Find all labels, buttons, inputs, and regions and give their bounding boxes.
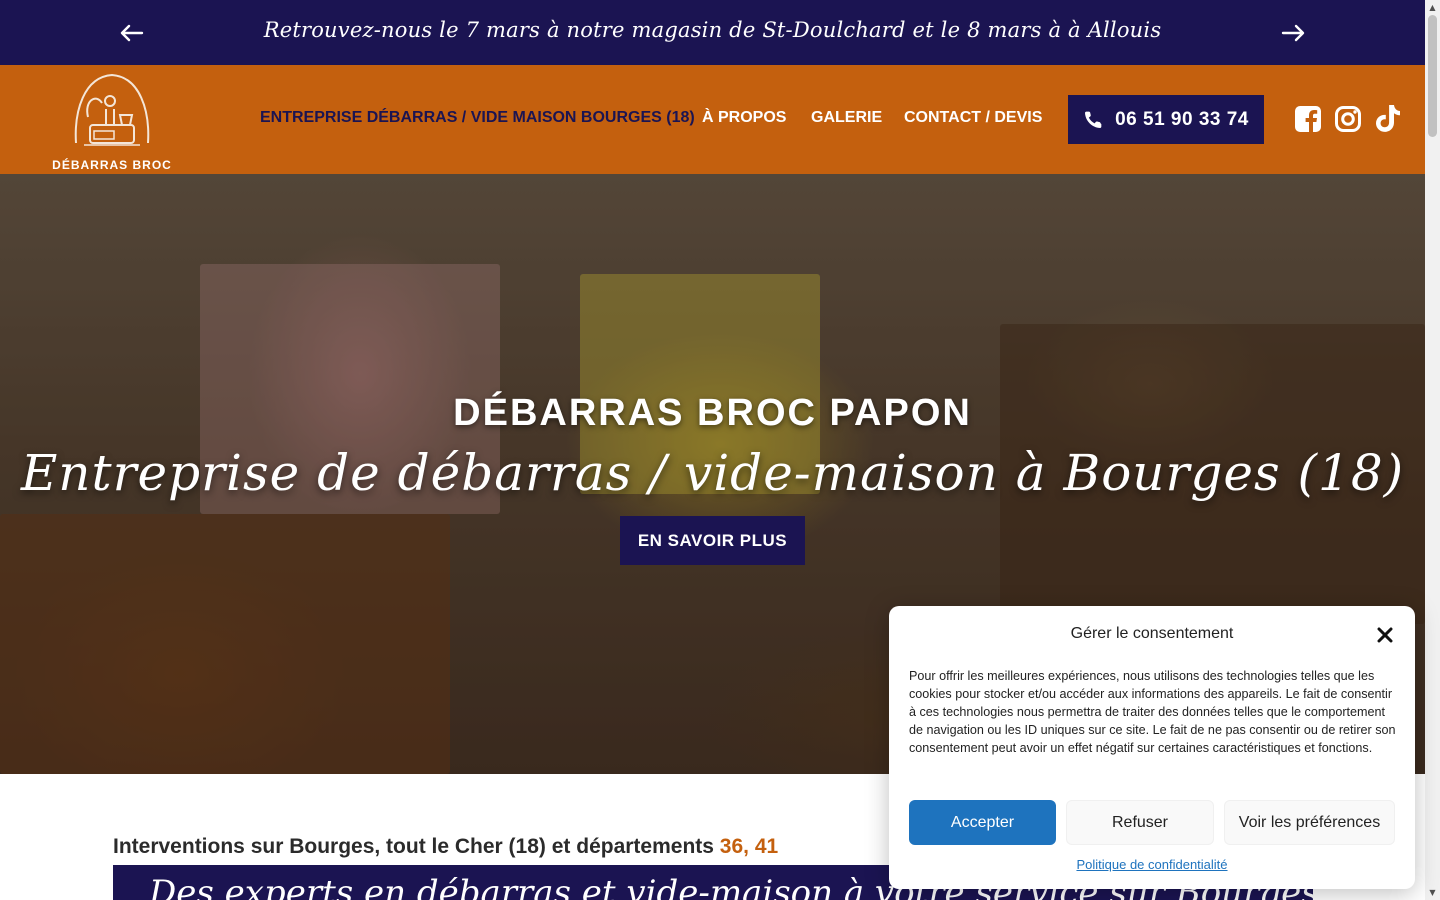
page-scrollbar[interactable]: ▲ ▼	[1425, 0, 1440, 900]
tiktok-icon[interactable]	[1373, 104, 1403, 134]
consent-dialog: Gérer le consentement Pour offrir les me…	[889, 606, 1415, 889]
facebook-icon[interactable]	[1293, 104, 1323, 134]
announcement-text: Retrouvez-nous le 7 mars à notre magasin…	[263, 18, 1162, 42]
close-icon[interactable]	[1373, 623, 1397, 647]
privacy-policy-link[interactable]: Politique de confidentialité	[889, 857, 1415, 872]
interventions-heading: Interventions sur Bourges, tout le Cher …	[113, 835, 778, 859]
logo-mark-icon	[74, 73, 150, 146]
scroll-up-icon[interactable]: ▲	[1428, 3, 1437, 12]
arrow-right-icon[interactable]	[1278, 18, 1308, 48]
consent-body: Pour offrir les meilleures expériences, …	[909, 669, 1396, 755]
refuse-button[interactable]: Refuser	[1066, 800, 1214, 845]
phone-number: 06 51 90 33 74	[1115, 108, 1249, 130]
site-logo[interactable]: DÉBARRAS BROC PAPON	[28, 71, 198, 186]
announcement-bar: Retrouvez-nous le 7 mars à notre magasin…	[0, 0, 1425, 65]
hero-subtitle: DÉBARRAS BROC PAPON	[453, 392, 972, 434]
nav-item-galerie[interactable]: GALERIE	[811, 109, 882, 127]
nav-item-a-propos[interactable]: À PROPOS	[702, 109, 786, 127]
accept-button[interactable]: Accepter	[909, 800, 1056, 845]
nav-item-contact[interactable]: CONTACT / DEVIS	[904, 109, 1042, 127]
site-header: DÉBARRAS BROC PAPON ENTREPRISE DÉBARRAS …	[0, 65, 1425, 186]
interventions-text: Interventions sur Bourges, tout le Cher …	[113, 835, 720, 858]
phone-button[interactable]: 06 51 90 33 74	[1068, 95, 1264, 144]
preferences-button[interactable]: Voir les préférences	[1224, 800, 1395, 845]
phone-icon	[1085, 111, 1102, 128]
scroll-down-icon[interactable]: ▼	[1428, 888, 1437, 897]
learn-more-button[interactable]: EN SAVOIR PLUS	[620, 516, 805, 565]
instagram-icon[interactable]	[1333, 104, 1363, 134]
interventions-departments: 36, 41	[719, 835, 779, 858]
scrollbar-thumb[interactable]	[1428, 15, 1437, 137]
consent-title: Gérer le consentement	[1070, 625, 1234, 642]
hero-title: Entreprise de débarras / vide-maison à B…	[20, 444, 1405, 502]
nav-item-entreprise[interactable]: ENTREPRISE DÉBARRAS / VIDE MAISON BOURGE…	[260, 109, 695, 127]
